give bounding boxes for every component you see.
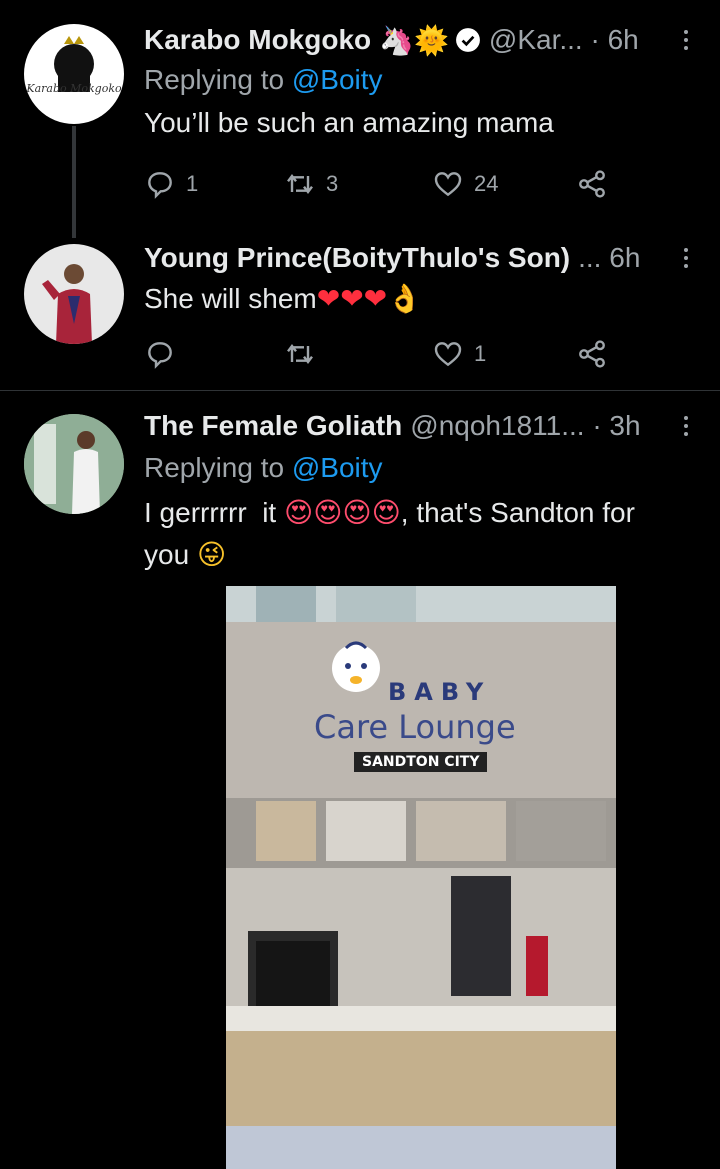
like-count: 24 bbox=[474, 171, 499, 196]
display-name[interactable]: Karabo Mokgoko bbox=[144, 24, 371, 56]
share-icon bbox=[579, 170, 605, 198]
replying-to: Replying to @Boity bbox=[144, 60, 696, 100]
reply-button[interactable]: 1 bbox=[144, 168, 198, 200]
more-icon[interactable] bbox=[676, 20, 696, 60]
like-button[interactable]: 24 bbox=[432, 168, 498, 200]
avatar[interactable] bbox=[24, 414, 124, 514]
retweet-button[interactable]: 3 bbox=[284, 168, 338, 200]
sign-baby: BABY bbox=[388, 678, 492, 706]
replying-prefix: Replying to bbox=[144, 64, 285, 95]
retweet-icon bbox=[287, 174, 313, 194]
retweet-icon bbox=[287, 344, 313, 364]
verified-icon bbox=[455, 28, 480, 52]
share-button[interactable] bbox=[576, 168, 608, 200]
like-icon bbox=[434, 342, 462, 367]
mention-link[interactable]: @Boity bbox=[292, 64, 383, 95]
tweet-header: Karabo Mokgoko 🦄 🌞 @Kar... · 6h bbox=[144, 20, 696, 60]
media-scene bbox=[226, 586, 616, 1169]
reply-icon bbox=[148, 342, 172, 369]
reply-count: 1 bbox=[186, 171, 199, 196]
tweet-text-emojis: ❤❤❤👌 bbox=[316, 282, 422, 315]
tweet-text: She will shem❤❤❤👌 bbox=[144, 278, 696, 320]
avatar-signature: Karabo Mokgoko bbox=[26, 82, 122, 95]
share-icon bbox=[579, 340, 605, 368]
tweet-header: The Female Goliath @nqoh1811... · 3h bbox=[144, 406, 696, 446]
divider bbox=[0, 390, 720, 391]
avatar[interactable] bbox=[24, 244, 124, 344]
avatar-image bbox=[42, 264, 92, 344]
mention-link[interactable]: @Boity bbox=[292, 452, 383, 483]
tweet-header: Young Prince(BoityThulo's Son) ... 6h bbox=[144, 238, 696, 278]
tweet-young-prince[interactable]: Young Prince(BoityThulo's Son) ... 6h Sh… bbox=[0, 238, 720, 388]
tweet-text-part1: I gerrrrrr it bbox=[144, 497, 284, 528]
more-icon[interactable] bbox=[676, 238, 696, 278]
display-name[interactable]: Young Prince(BoityThulo's Son) bbox=[144, 242, 570, 274]
tweet-text-part2: , that's Sandton for bbox=[400, 497, 635, 528]
tweet-karabo[interactable]: Karabo Mokgoko Karabo Mokgoko 🦄 🌞 @Kar..… bbox=[0, 20, 720, 220]
tweet-text-body: She will shem bbox=[144, 283, 317, 314]
tweet-media[interactable]: BABY Care Lounge SANDTON CITY bbox=[226, 586, 616, 1169]
like-button[interactable]: 1 bbox=[432, 338, 486, 370]
name-badge-unicorn: 🦄 bbox=[379, 23, 415, 57]
replying-to: Replying to @Boity bbox=[144, 448, 696, 488]
avatar-image bbox=[54, 36, 94, 92]
tweet-text-line2-emoji: 😜 bbox=[196, 538, 227, 571]
reply-button[interactable] bbox=[144, 338, 186, 370]
tweet-actions: 1 3 24 bbox=[144, 164, 614, 204]
like-icon bbox=[434, 172, 462, 197]
handle-and-time: @nqoh1811... · 3h bbox=[410, 410, 641, 441]
tweet-text-line2-body: you bbox=[144, 539, 197, 570]
retweet-button[interactable] bbox=[284, 338, 326, 370]
tweet-female-goliath[interactable]: The Female Goliath @nqoh1811... · 3h Rep… bbox=[0, 406, 720, 1169]
tweet-actions: 1 bbox=[144, 334, 614, 374]
like-count: 1 bbox=[474, 341, 487, 366]
share-button[interactable] bbox=[576, 338, 608, 370]
avatar-image bbox=[24, 414, 124, 514]
sign-care-lounge: Care Lounge bbox=[314, 708, 516, 746]
sign-sandton-city: SANDTON CITY bbox=[354, 752, 488, 772]
replying-prefix: Replying to bbox=[144, 452, 285, 483]
tweet-text: You’ll be such an amazing mama bbox=[144, 107, 554, 138]
handle-and-time: ... 6h bbox=[578, 242, 641, 273]
baby-logo-icon bbox=[332, 641, 380, 692]
avatar[interactable]: Karabo Mokgoko bbox=[24, 24, 124, 124]
tweet-text-line2: you 😜 bbox=[144, 534, 696, 576]
tweet-text: I gerrrrrr it 😍😍😍😍, that's Sandton for bbox=[144, 492, 696, 534]
tweet-text-emojis: 😍😍😍😍 bbox=[284, 496, 401, 529]
display-name[interactable]: The Female Goliath bbox=[144, 410, 402, 442]
retweet-count: 3 bbox=[326, 171, 339, 196]
handle-and-time: @Kar... · 6h bbox=[488, 24, 639, 55]
name-badge-sun: 🌞 bbox=[414, 23, 449, 57]
reply-icon bbox=[148, 172, 172, 199]
more-icon[interactable] bbox=[676, 406, 696, 446]
